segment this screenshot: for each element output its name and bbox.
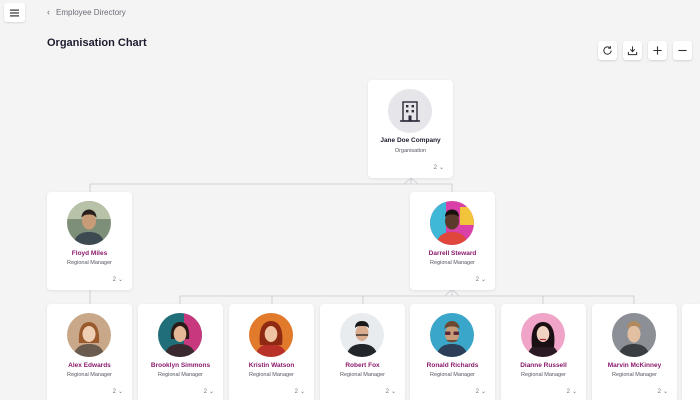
org-card-brooklyn-simmons[interactable]: Brooklyn Simmons Regional Manager 2 ⌄ <box>138 304 223 400</box>
person-photo-icon <box>340 313 384 357</box>
building-avatar <box>388 89 432 133</box>
plus-icon <box>653 46 662 55</box>
org-card-floyd-miles[interactable]: Floyd Miles Regional Manager 2 ⌄ <box>47 192 132 290</box>
refresh-icon <box>603 46 612 55</box>
expand-toggle[interactable]: 2 ⌄ <box>475 276 486 284</box>
card-name: Darrell Steward <box>428 250 477 257</box>
avatar <box>612 313 656 357</box>
card-role: Regional Manager <box>340 372 385 378</box>
expand-toggle[interactable]: 2 ⌄ <box>475 388 486 396</box>
chevron-left-icon: ‹ <box>47 7 50 17</box>
avatar <box>430 313 474 357</box>
reports-count: 2 <box>112 388 116 395</box>
chevron-down-icon: ⌄ <box>208 389 214 395</box>
org-card-alex-edwards[interactable]: Alex Edwards Regional Manager 2 ⌄ <box>47 304 132 400</box>
expand-toggle[interactable]: 2 ⌄ <box>112 276 123 284</box>
org-card-ronald-richards[interactable]: Ronald Richards Regional Manager 2 ⌄ <box>410 304 495 400</box>
chevron-down-icon: ⌄ <box>571 389 577 395</box>
expand-toggle[interactable]: 2 ⌄ <box>566 388 577 396</box>
org-card-robert-fox[interactable]: Robert Fox Regional Manager 2 ⌄ <box>320 304 405 400</box>
card-role: Regional Manager <box>430 372 475 378</box>
chevron-down-icon: ⌄ <box>480 389 486 395</box>
person-photo-icon <box>430 313 474 357</box>
menu-button[interactable] <box>4 3 25 22</box>
org-card-root[interactable]: Jane Doe Company Organisation 2 ⌄ <box>368 80 453 178</box>
card-name: Alex Edwards <box>68 362 111 369</box>
card-name: Robert Fox <box>345 362 380 369</box>
avatar <box>340 313 384 357</box>
back-label: Employee Directory <box>56 7 126 17</box>
chevron-down-icon: ⌄ <box>480 277 486 283</box>
reports-count: 2 <box>475 388 479 395</box>
avatar <box>521 313 565 357</box>
org-card-kristin-watson[interactable]: Kristin Watson Regional Manager 2 ⌄ <box>229 304 314 400</box>
person-photo-icon <box>430 201 474 245</box>
org-card-darrell-steward[interactable]: Darrell Steward Regional Manager 2 ⌄ <box>410 192 495 290</box>
reports-count: 2 <box>203 388 207 395</box>
reports-count: 2 <box>112 276 116 283</box>
card-role: Regional Manager <box>67 260 112 266</box>
reports-count: 2 <box>294 388 298 395</box>
expand-toggle[interactable]: 2 ⌄ <box>385 388 396 396</box>
expand-toggle[interactable]: 2 ⌄ <box>657 388 668 396</box>
card-role: Regional Manager <box>158 372 203 378</box>
card-role: Regional Manager <box>521 372 566 378</box>
avatar <box>430 201 474 245</box>
expand-toggle[interactable]: 2 ⌄ <box>203 388 214 396</box>
org-card-partial[interactable] <box>682 304 700 400</box>
reports-count: 2 <box>566 388 570 395</box>
expand-toggle[interactable]: 2 ⌄ <box>433 164 444 172</box>
avatar <box>67 201 111 245</box>
org-card-dianne-russell[interactable]: Dianne Russell Regional Manager 2 ⌄ <box>501 304 586 400</box>
person-photo-icon <box>249 313 293 357</box>
zoom-in-button[interactable] <box>648 41 667 60</box>
person-photo-icon <box>67 313 111 357</box>
chevron-down-icon: ⌄ <box>662 389 668 395</box>
hamburger-icon <box>10 9 19 16</box>
card-name: Floyd Miles <box>71 250 108 257</box>
person-photo-icon <box>612 313 656 357</box>
avatar <box>249 313 293 357</box>
avatar <box>67 313 111 357</box>
reports-count: 2 <box>475 276 479 283</box>
card-role: Regional Manager <box>249 372 294 378</box>
zoom-out-button[interactable] <box>673 41 692 60</box>
card-name: Dianne Russell <box>520 362 567 369</box>
building-icon <box>400 101 420 122</box>
person-photo-icon <box>158 313 202 357</box>
back-link[interactable]: ‹ Employee Directory <box>47 7 126 17</box>
expand-toggle[interactable]: 2 ⌄ <box>112 388 123 396</box>
reports-count: 2 <box>433 164 437 171</box>
chevron-down-icon: ⌄ <box>299 389 305 395</box>
card-role: Organisation <box>394 148 427 154</box>
download-icon <box>627 46 638 56</box>
chevron-down-icon: ⌄ <box>117 389 123 395</box>
chart-toolbar <box>598 41 692 60</box>
reports-count: 2 <box>385 388 389 395</box>
card-name: Ronald Richards <box>426 362 479 369</box>
card-role: Regional Manager <box>612 372 657 378</box>
refresh-button[interactable] <box>598 41 617 60</box>
card-name: Kristin Watson <box>248 362 295 369</box>
chevron-down-icon: ⌄ <box>438 165 444 171</box>
card-name: Marvin McKinney <box>607 362 662 369</box>
reports-count: 2 <box>657 388 661 395</box>
org-card-marvin-mckinney[interactable]: Marvin McKinney Regional Manager 2 ⌄ <box>592 304 677 400</box>
card-name: Jane Doe Company <box>380 137 441 144</box>
chevron-down-icon: ⌄ <box>117 277 123 283</box>
person-photo-icon <box>67 201 111 245</box>
card-name: Brooklyn Simmons <box>150 362 211 369</box>
person-photo-icon <box>521 313 565 357</box>
card-role: Regional Manager <box>430 260 475 266</box>
avatar <box>158 313 202 357</box>
chevron-down-icon: ⌄ <box>390 389 396 395</box>
expand-toggle[interactable]: 2 ⌄ <box>294 388 305 396</box>
card-role: Regional Manager <box>67 372 112 378</box>
minus-icon <box>678 49 687 52</box>
page-title: Organisation Chart <box>47 37 147 49</box>
download-button[interactable] <box>623 41 642 60</box>
